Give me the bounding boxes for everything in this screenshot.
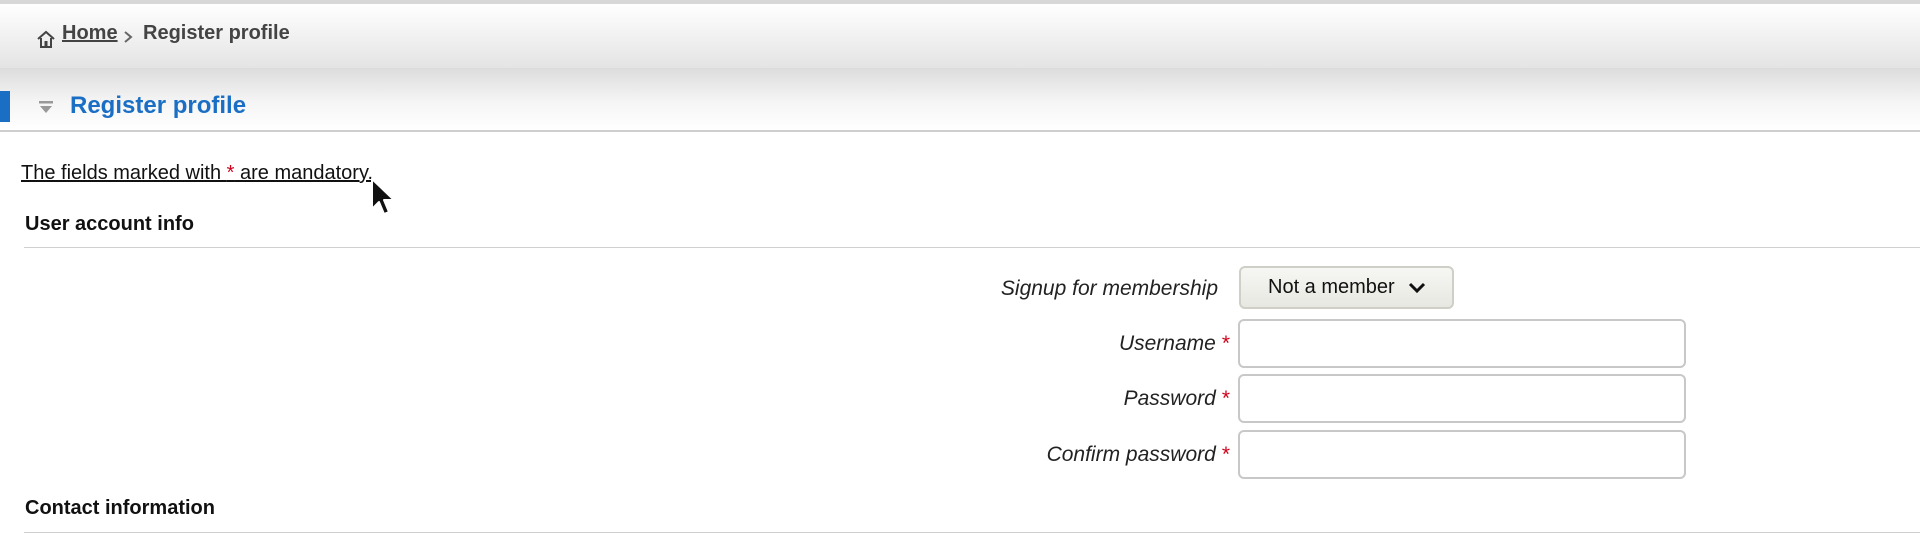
username-label: Username * [940,332,1230,356]
confirm-password-label: Confirm password * [940,443,1230,467]
password-input[interactable] [1238,374,1686,423]
breadcrumb-home-link[interactable]: Home [62,22,118,45]
username-input[interactable] [1238,319,1686,368]
mandatory-note: The fields marked with * are mandatory. [21,162,373,185]
password-label: Password * [940,387,1230,411]
mandatory-note-prefix: The fields marked with [21,162,227,184]
home-icon[interactable] [36,29,56,49]
page-title-bar: Register profile [0,68,1920,132]
breadcrumb: Home Register profile [0,4,1920,68]
chevron-down-icon [1408,282,1426,294]
membership-label-text: Signup for membership [1000,277,1218,300]
confirm-password-input[interactable] [1238,430,1686,479]
section-user-account: User account info [25,213,194,235]
membership-select[interactable]: Not a member [1239,266,1454,309]
membership-label: Signup for membership [940,277,1218,301]
username-label-text: Username [1118,332,1216,355]
mandatory-note-suffix: are mandatory. [234,162,374,184]
confirm-password-label-text: Confirm password [1046,443,1216,466]
section-contact: Contact information [25,497,215,519]
chevron-right-icon [124,31,133,43]
section-divider [24,532,1920,533]
password-label-text: Password [1123,387,1216,410]
membership-select-value: Not a member [1268,276,1395,298]
required-star: * [1221,332,1230,355]
section-divider [24,247,1920,248]
page-title: Register profile [70,92,247,119]
required-star: * [1221,387,1230,410]
breadcrumb-current: Register profile [143,22,290,44]
title-accent-bar [0,91,10,122]
mouse-pointer-icon [371,178,395,215]
required-star: * [1221,443,1230,466]
collapse-triangle-icon[interactable] [38,100,54,114]
